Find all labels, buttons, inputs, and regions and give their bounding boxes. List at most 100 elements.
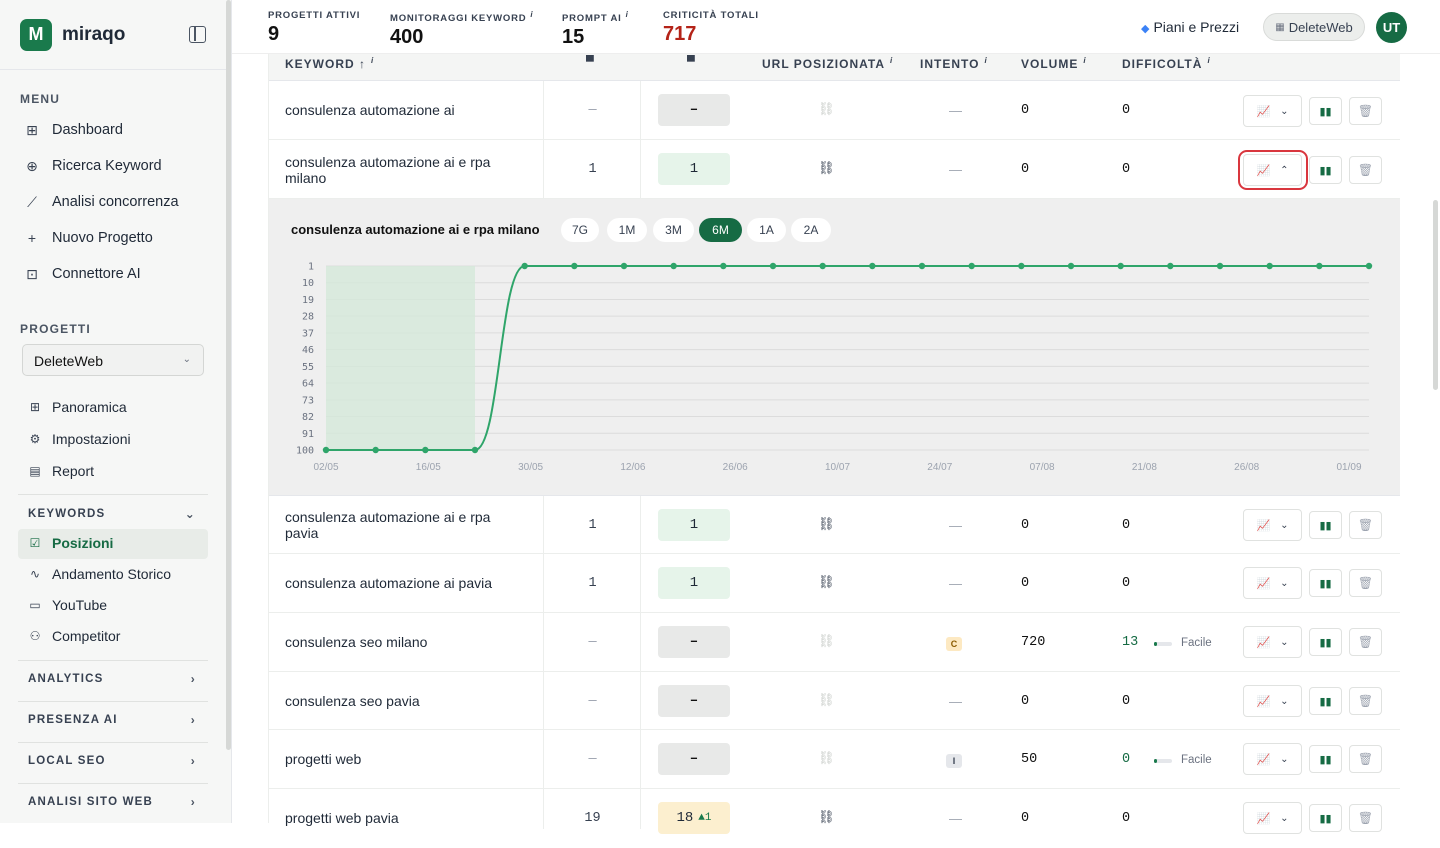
header-keyword[interactable]: KEYWORD ↑ i [285, 56, 374, 71]
group-local-seo[interactable]: LOCAL SEO › [18, 744, 208, 778]
nav-connettore-ai[interactable]: ⊡ Connettore AI [24, 266, 141, 283]
row-volume: 720 [1021, 635, 1046, 650]
nav-analisi-concorrenza[interactable]: ⟋ Analisi concorrenza [24, 194, 178, 211]
nav-panoramica[interactable]: ⊞ Panoramica [28, 399, 127, 415]
range-6m[interactable]: 6M [699, 218, 742, 242]
info-icon[interactable]: i [1207, 56, 1210, 65]
group-keywords[interactable]: KEYWORDS ⌄ [18, 497, 208, 531]
bar-chart-button[interactable]: ▮▮ [1309, 628, 1342, 656]
row-position: 18 ▲1 [658, 802, 730, 834]
sidebar-toggle-icon[interactable] [189, 26, 206, 43]
link-icon[interactable]: ⛓ [818, 160, 835, 176]
chart-toggle-button[interactable]: 📈 ⌄ [1243, 685, 1302, 717]
nav-ricerca-keyword[interactable]: ⊕ Ricerca Keyword [24, 158, 161, 175]
divider [18, 783, 208, 784]
info-icon[interactable]: i [890, 56, 893, 65]
divider [18, 701, 208, 702]
row-prev-position: 1 [588, 162, 597, 177]
avatar[interactable]: UT [1376, 12, 1407, 43]
range-7g[interactable]: 7G [561, 218, 599, 242]
logo-icon[interactable]: M [20, 18, 52, 51]
delete-button[interactable]: 🗑 [1349, 569, 1382, 597]
info-icon[interactable]: i [530, 10, 533, 19]
info-icon[interactable]: i [1083, 56, 1086, 65]
table-row[interactable]: consulenza automazione ai — – ⛓ — 0 0 📈 ⌄… [269, 81, 1400, 140]
project-select[interactable]: DeleteWeb ⌄ [22, 344, 204, 376]
nav-youtube[interactable]: ▭ YouTube [28, 597, 107, 613]
delete-button[interactable]: 🗑 [1349, 804, 1382, 832]
delete-button[interactable]: 🗑 [1349, 97, 1382, 125]
delete-button[interactable]: 🗑 [1349, 745, 1382, 773]
range-label: 2A [803, 223, 819, 237]
range-1a[interactable]: 1A [747, 218, 786, 242]
nav-report[interactable]: ▤ Report [28, 463, 94, 479]
checkbox-chart-icon: ☑ [29, 536, 41, 550]
document-icon: ▤ [29, 464, 41, 478]
bar-chart-button[interactable]: ▮▮ [1309, 687, 1342, 715]
group-analytics[interactable]: ANALYTICS › [18, 662, 208, 696]
bar-chart-button[interactable]: ▮▮ [1309, 569, 1342, 597]
delete-button[interactable]: 🗑 [1349, 628, 1382, 656]
chart-toggle-button[interactable]: 📈 ⌄ [1243, 95, 1302, 127]
group-presenza-ai[interactable]: PRESENZA AI › [18, 703, 208, 737]
nav-label: YouTube [52, 597, 108, 613]
difficulty-label: Facile [1181, 754, 1212, 766]
chart-toggle-button[interactable]: 📈 ⌄ [1243, 509, 1302, 541]
bar-chart-button[interactable]: ▮▮ [1309, 804, 1342, 832]
delete-button[interactable]: 🗑 [1349, 687, 1382, 715]
nav-label: Nuovo Progetto [52, 230, 153, 246]
brand-name[interactable]: miraqo [62, 24, 125, 46]
sidebar-scrollbar[interactable] [226, 0, 231, 750]
delete-button[interactable]: 🗑 [1349, 511, 1382, 539]
row-volume: 0 [1021, 694, 1030, 709]
link-icon[interactable]: ⛓ [818, 516, 835, 532]
table-row[interactable]: progetti web — – ⛓ I 50 0 Facile 📈 ⌄ ▮▮ 🗑 [269, 730, 1400, 789]
ranking-history-chart: 1 10 19 28 37 46 55 64 73 82 91 100 02/05 16/05 30/05 1… [296, 262, 1373, 473]
nav-competitor[interactable]: ⚇ Competitor [28, 628, 121, 644]
bar-chart-button[interactable]: ▮▮ [1309, 745, 1342, 773]
range-3m[interactable]: 3M [653, 218, 694, 242]
trash-icon: 🗑 [1357, 163, 1374, 177]
project-button[interactable]: ▦ DeleteWeb [1263, 13, 1365, 41]
bar-chart-button[interactable]: ▮▮ [1309, 511, 1342, 539]
y-tick-label: 46 [302, 345, 314, 356]
range-2a[interactable]: 2A [791, 218, 831, 242]
info-icon[interactable]: i [984, 56, 987, 65]
chart-line-icon: 📈 [1256, 105, 1271, 118]
nav-posizioni[interactable]: ☑ Posizioni [28, 535, 114, 551]
chart-toggle-button[interactable]: 📈 ⌄ [1243, 626, 1302, 658]
nav-dashboard[interactable]: ⊞ Dashboard [24, 122, 123, 139]
nav-andamento-storico[interactable]: ∿ Andamento Storico [28, 566, 171, 582]
delete-button[interactable]: 🗑 [1349, 156, 1382, 184]
nav-impostazioni[interactable]: ⚙ Impostazioni [28, 431, 131, 447]
table-row[interactable]: consulenza seo milano — – ⛓ C 720 13 Fac… [269, 613, 1400, 672]
chart-toggle-button[interactable]: 📈 ⌄ [1243, 567, 1302, 599]
row-keyword: progetti web [285, 751, 362, 767]
nav-nuovo-progetto[interactable]: + Nuovo Progetto [24, 230, 153, 246]
range-1m[interactable]: 1M [607, 218, 647, 242]
plans-link[interactable]: ◆ Piani e Prezzi [1141, 19, 1239, 35]
link-icon[interactable]: ⛓ [818, 574, 835, 590]
bar-chart-button[interactable]: ▮▮ [1309, 156, 1342, 184]
table-row[interactable]: consulenza automazione ai e rpa pavia 1 … [269, 496, 1400, 554]
page-scrollbar[interactable] [1433, 200, 1438, 390]
chart-toggle-button[interactable]: 📈 ⌄ [1243, 802, 1302, 834]
info-icon[interactable]: i [371, 56, 374, 65]
table-row[interactable]: consulenza automazione ai e rpa milano 1… [269, 140, 1400, 199]
chart-toggle-button[interactable]: 📈 ⌄ [1243, 743, 1302, 775]
info-icon[interactable]: i [626, 10, 629, 19]
chart-line-icon: 📈 [1256, 753, 1271, 766]
table-row[interactable]: progetti web pavia 19 18 ▲1 ⛓ — 0 0 📈 ⌄ ▮▮… [269, 789, 1400, 848]
bar-chart-icon: ▮▮ [1319, 577, 1332, 590]
row-prev-position: — [588, 635, 597, 650]
table-row[interactable]: consulenza automazione ai pavia 1 1 ⛓ — … [269, 554, 1400, 613]
bar-chart-button[interactable]: ▮▮ [1309, 97, 1342, 125]
difficulty-bar [1154, 759, 1172, 763]
nav-label: Impostazioni [52, 431, 131, 447]
row-intent: — [949, 576, 962, 591]
divider [18, 660, 208, 661]
x-tick-label: 02/05 [313, 462, 338, 473]
table-row[interactable]: consulenza seo pavia — – ⛓ — 0 0 📈 ⌄ ▮▮ 🗑 [269, 672, 1400, 730]
group-analisi-sito-web[interactable]: ANALISI SITO WEB › [18, 785, 208, 819]
trash-icon: 🗑 [1357, 752, 1374, 766]
